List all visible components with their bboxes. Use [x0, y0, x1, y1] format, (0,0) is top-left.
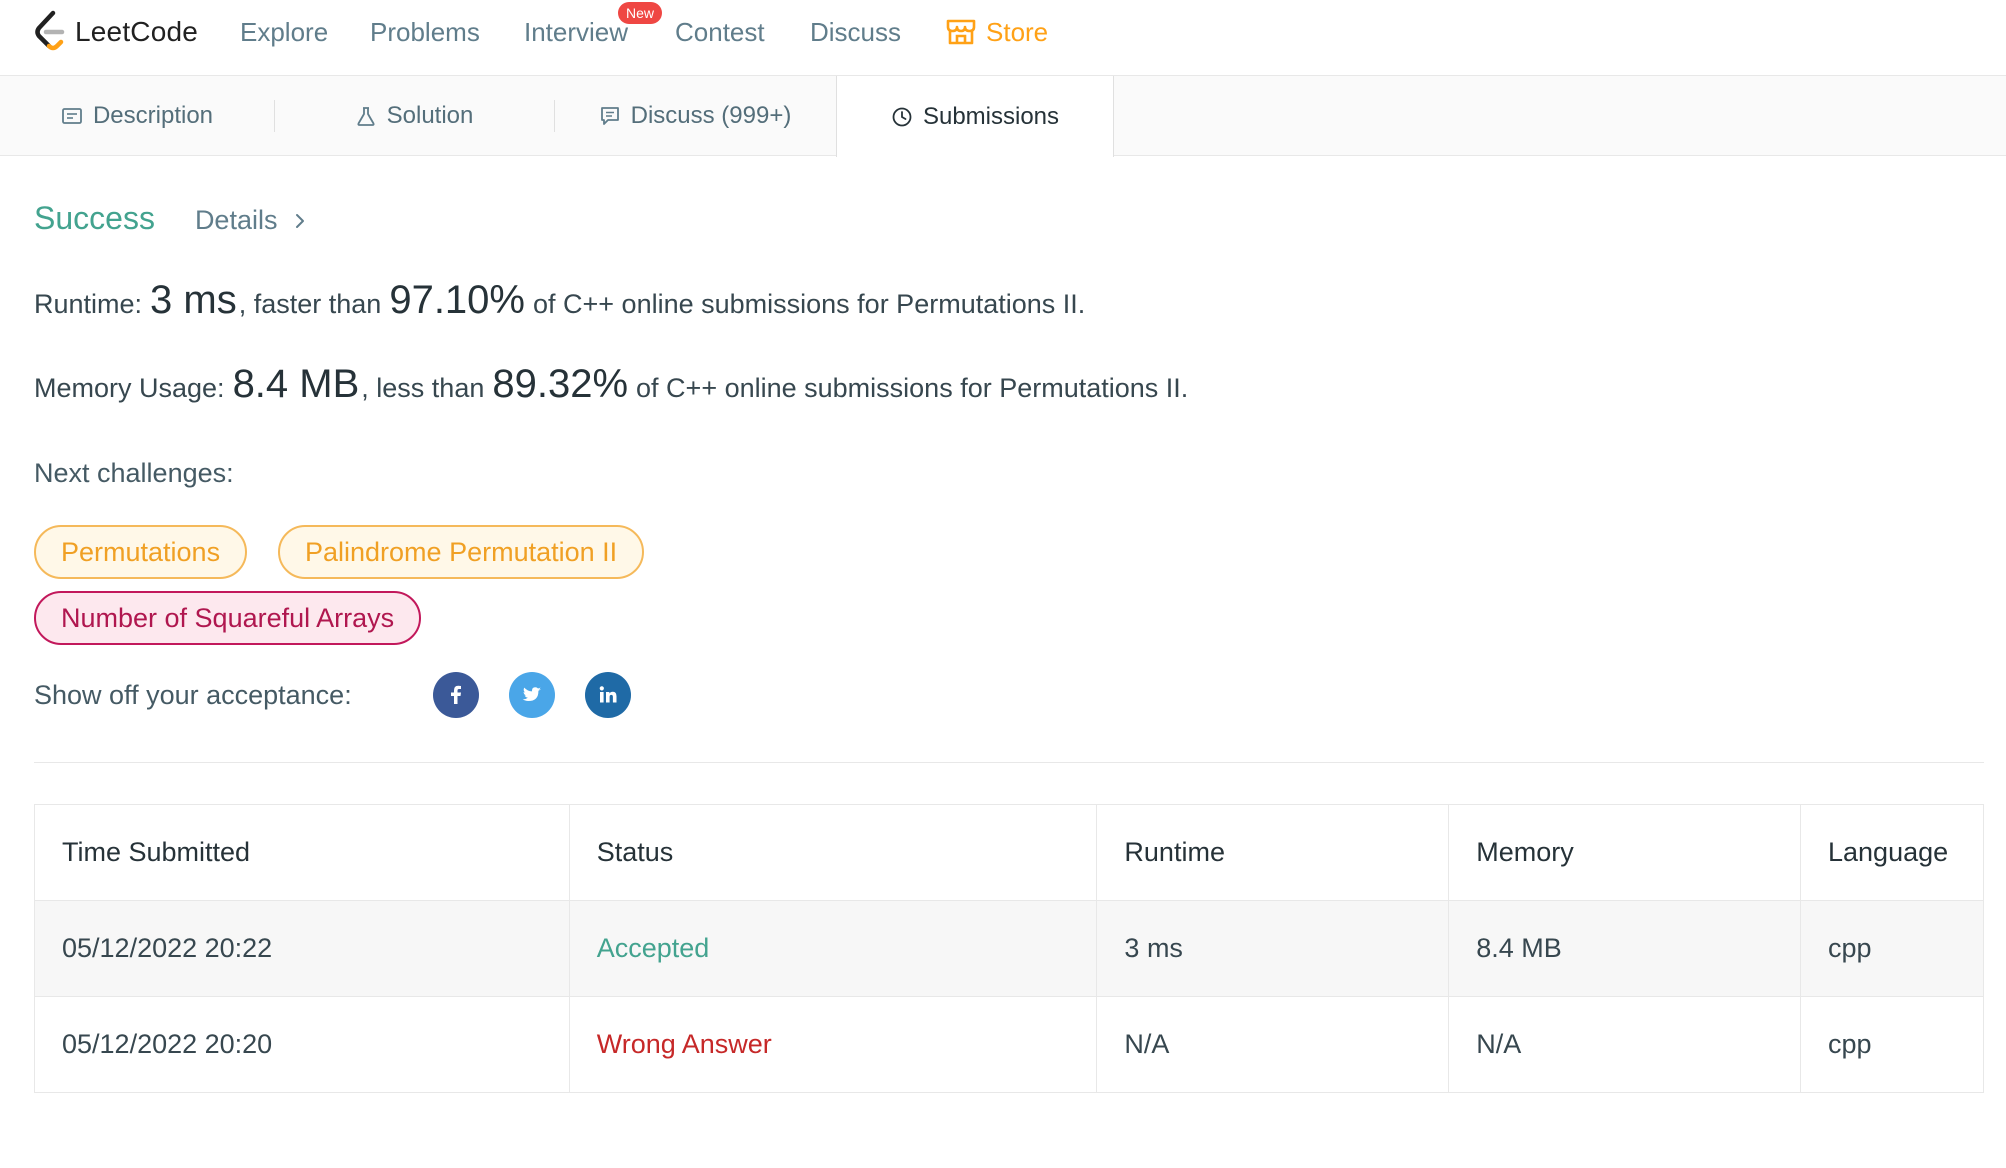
nav-store[interactable]: Store [946, 16, 1048, 48]
challenge-chip-palindrome-permutation-ii[interactable]: Palindrome Permutation II [278, 525, 645, 579]
runtime-comparison-text: , faster than [238, 289, 382, 319]
linkedin-share-button[interactable] [585, 672, 631, 718]
share-label: Show off your acceptance: [34, 680, 352, 710]
chevron-right-icon [296, 213, 305, 228]
cell-status-accepted[interactable]: Accepted [568, 900, 1098, 997]
runtime-label: Runtime: [34, 289, 143, 319]
facebook-icon [451, 685, 461, 704]
tab-discuss-label: Discuss (999+) [630, 102, 792, 129]
leetcode-logo[interactable]: LeetCode [33, 10, 198, 54]
logo-text: LeetCode [75, 16, 199, 47]
leetcode-logo-icon [35, 10, 65, 51]
cell-language: cpp [1800, 900, 1984, 997]
cell-memory: N/A [1448, 996, 1801, 1093]
comment-icon [600, 107, 619, 125]
header-memory: Memory [1448, 804, 1801, 901]
memory-percentile: 89.32% [492, 362, 629, 406]
cell-status-wrong-answer[interactable]: Wrong Answer [568, 996, 1098, 1093]
table-row[interactable]: 05/12/2022 20:22 Accepted 3 ms 8.4 MB cp… [34, 900, 1984, 997]
header-status: Status [568, 804, 1098, 901]
store-icon [946, 19, 976, 45]
runtime-value: 3 ms [150, 278, 237, 322]
tab-discuss[interactable]: Discuss (999+) [554, 76, 836, 156]
cell-runtime: N/A [1096, 996, 1450, 1093]
top-navbar: LeetCode Explore Problems Interview New … [0, 0, 2006, 76]
tab-solution[interactable]: Solution [274, 76, 554, 156]
table-header-row: Time Submitted Status Runtime Memory Lan… [34, 804, 1984, 901]
tab-description[interactable]: Description [0, 76, 274, 156]
description-icon [62, 108, 82, 124]
challenge-chip-number-of-squareful-arrays[interactable]: Number of Squareful Arrays [34, 591, 422, 645]
nav-contest[interactable]: Contest [675, 16, 765, 48]
header-language: Language [1800, 804, 1984, 901]
store-label: Store [986, 17, 1049, 47]
clock-icon [892, 107, 912, 126]
memory-stat: Memory Usage: 8.4 MB , less than 89.32% … [34, 362, 1188, 407]
flask-icon [357, 107, 375, 126]
runtime-tail-text: of C++ online submissions for Permutatio… [533, 289, 1086, 319]
cell-time-submitted: 05/12/2022 20:20 [34, 996, 570, 1093]
cell-language: cpp [1800, 996, 1984, 1093]
tab-solution-label: Solution [386, 102, 474, 129]
tab-submissions-label: Submissions [922, 102, 1060, 130]
tab-submissions[interactable]: Submissions [836, 76, 1114, 157]
facebook-share-button[interactable] [433, 672, 479, 718]
header-time-submitted: Time Submitted [34, 804, 570, 901]
details-link[interactable]: Details [195, 205, 310, 236]
cell-memory: 8.4 MB [1448, 900, 1801, 997]
new-badge: New [618, 2, 663, 24]
challenge-chip-permutations[interactable]: Permutations [34, 525, 248, 579]
nav-problems[interactable]: Problems [370, 16, 480, 48]
details-label: Details [194, 205, 278, 235]
result-header: Success Details [34, 200, 309, 237]
runtime-stat: Runtime: 3 ms , faster than 97.10% of C+… [34, 278, 1085, 323]
nav-interview[interactable]: Interview [524, 16, 628, 48]
memory-label: Memory Usage: [34, 373, 225, 403]
header-runtime: Runtime [1096, 804, 1450, 901]
next-challenges-label: Next challenges: [34, 458, 234, 488]
twitter-share-button[interactable] [509, 672, 555, 718]
linkedin-icon [599, 686, 617, 703]
cell-time-submitted: 05/12/2022 20:22 [34, 900, 570, 997]
section-divider [34, 762, 1984, 763]
submissions-table: Time Submitted Status Runtime Memory Lan… [34, 804, 1984, 1093]
nav-discuss[interactable]: Discuss [810, 16, 901, 48]
runtime-percentile: 97.10% [389, 278, 525, 322]
memory-comparison-text: , less than [361, 373, 485, 403]
tab-description-label: Description [92, 102, 214, 129]
memory-value: 8.4 MB [232, 362, 360, 406]
result-status: Success [34, 200, 155, 236]
cell-runtime: 3 ms [1096, 900, 1450, 997]
nav-explore[interactable]: Explore [240, 16, 328, 48]
twitter-icon [522, 687, 541, 701]
table-row[interactable]: 05/12/2022 20:20 Wrong Answer N/A N/A cp… [34, 996, 1984, 1093]
problem-tabbar: Description Solution Discuss (999+) Subm… [0, 76, 2006, 157]
memory-tail-text: of C++ online submissions for Permutatio… [636, 373, 1189, 403]
